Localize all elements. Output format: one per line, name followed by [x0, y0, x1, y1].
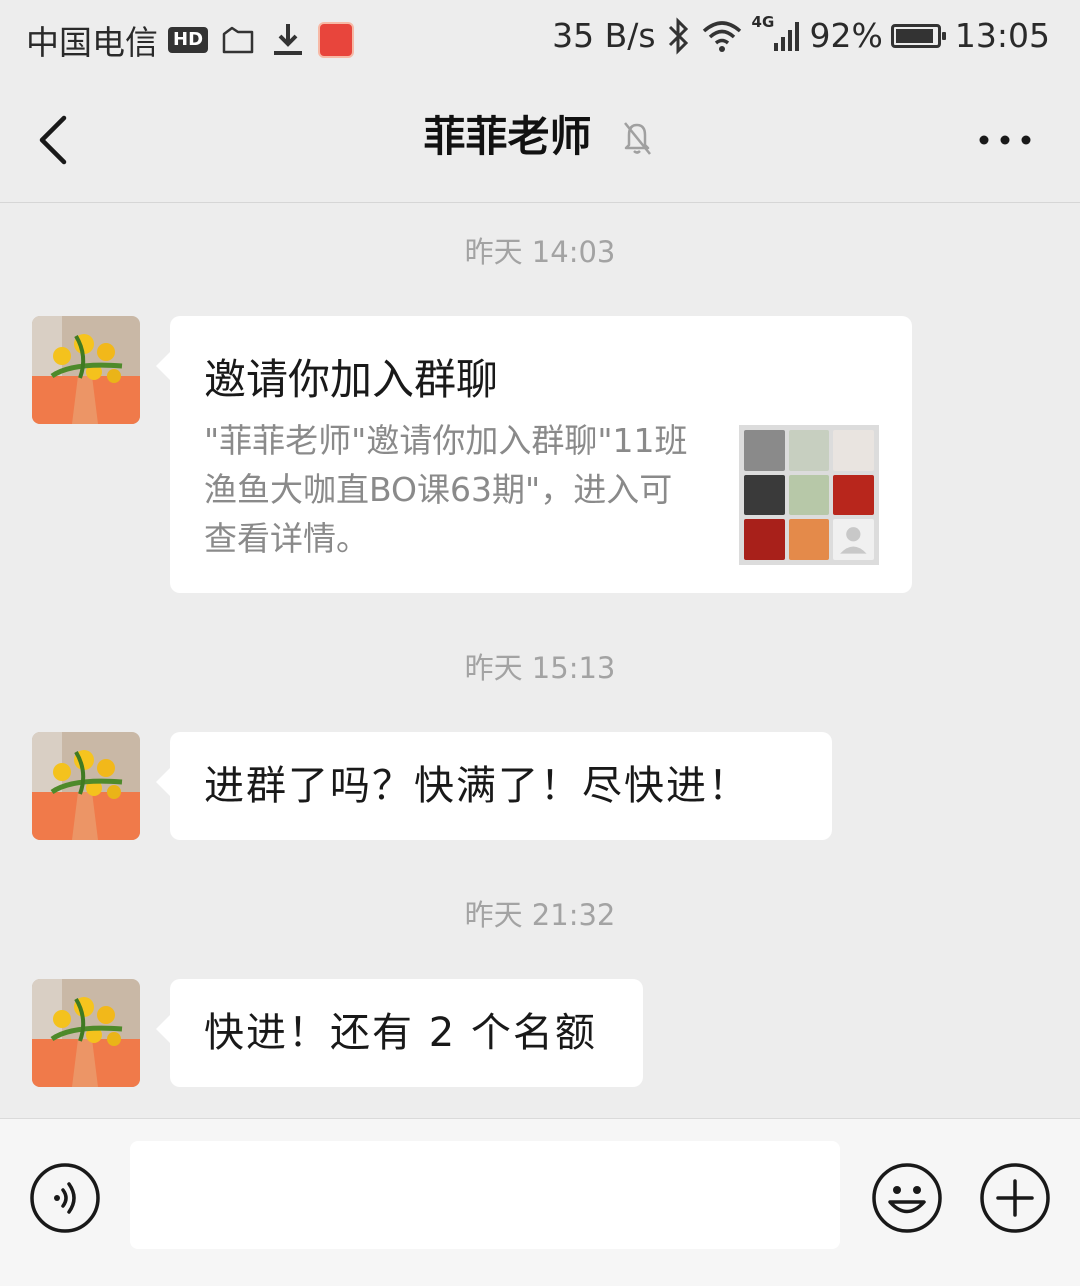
status-bar: 中国电信 HD 35 B/s 4G 92% 13:05 [0, 0, 1080, 78]
member-avatar [788, 519, 830, 560]
status-right: 35 B/s 4G 92% 13:05 [552, 13, 1050, 56]
message-bubble[interactable]: 进群了吗？快满了！尽快进！ [156, 732, 832, 840]
battery-fill [895, 28, 933, 43]
invite-title: 邀请你加入群聊 [204, 355, 499, 404]
group-invite-card[interactable]: 邀请你加入群聊 "菲菲老师"邀请你加入群聊"11班渔鱼大咖直BO课63期"，进入… [156, 316, 912, 593]
more-dots-icon[interactable] [970, 118, 1040, 162]
message-text: 快进！还有 2 个名额 [204, 1010, 597, 1056]
folder-icon [222, 26, 254, 54]
member-avatar [788, 430, 830, 471]
bluetooth-icon [668, 16, 688, 55]
message-text: 进群了吗？快满了！尽快进！ [204, 763, 750, 809]
message-input[interactable] [130, 1141, 840, 1249]
member-avatar [744, 474, 785, 516]
bank-app-icon [318, 22, 355, 58]
title-wrap: 菲菲老师 [0, 106, 1080, 174]
member-avatar [744, 430, 785, 471]
invite-description: "菲菲老师"邀请你加入群聊"11班渔鱼大咖直BO课63期"，进入可查看详情。 [204, 421, 688, 558]
message-list[interactable]: 昨天 14:03 邀请你加入群聊 "菲菲老师"邀请你加入群聊"11班渔鱼大咖直B… [0, 203, 1080, 1118]
default-avatar-icon [833, 519, 874, 560]
bell-off-icon [623, 122, 651, 155]
member-avatar [833, 474, 874, 516]
avatar[interactable] [32, 316, 140, 424]
member-avatar [788, 474, 830, 516]
download-icon [274, 24, 303, 55]
timestamp: 昨天 14:03 [464, 235, 616, 269]
chat-header: 菲菲老师 [0, 78, 1080, 203]
plus-icon[interactable] [978, 1161, 1052, 1235]
battery-percent: 92% [809, 16, 883, 55]
emoji-icon[interactable] [870, 1161, 944, 1235]
member-avatar [833, 430, 874, 471]
battery-icon [890, 23, 946, 48]
voice-icon[interactable] [28, 1161, 102, 1235]
carrier-name: 中国电信 [26, 23, 158, 62]
member-avatar [744, 519, 785, 560]
avatar[interactable] [32, 979, 140, 1087]
hd-badge: HD [168, 27, 209, 53]
timestamp: 昨天 21:32 [464, 898, 616, 932]
status-left: 中国电信 HD [26, 16, 355, 64]
clock: 13:05 [954, 16, 1050, 55]
chat-title: 菲菲老师 [423, 112, 592, 161]
cell-signal-icon: 4G [752, 13, 802, 55]
group-avatar-grid [739, 425, 879, 565]
wifi-icon [702, 20, 741, 52]
timestamp: 昨天 15:13 [464, 651, 616, 685]
net-speed: 35 B/s [552, 16, 656, 55]
message-bubble[interactable]: 快进！还有 2 个名额 [156, 979, 643, 1087]
avatar[interactable] [32, 732, 140, 840]
input-bar [0, 1118, 1080, 1286]
